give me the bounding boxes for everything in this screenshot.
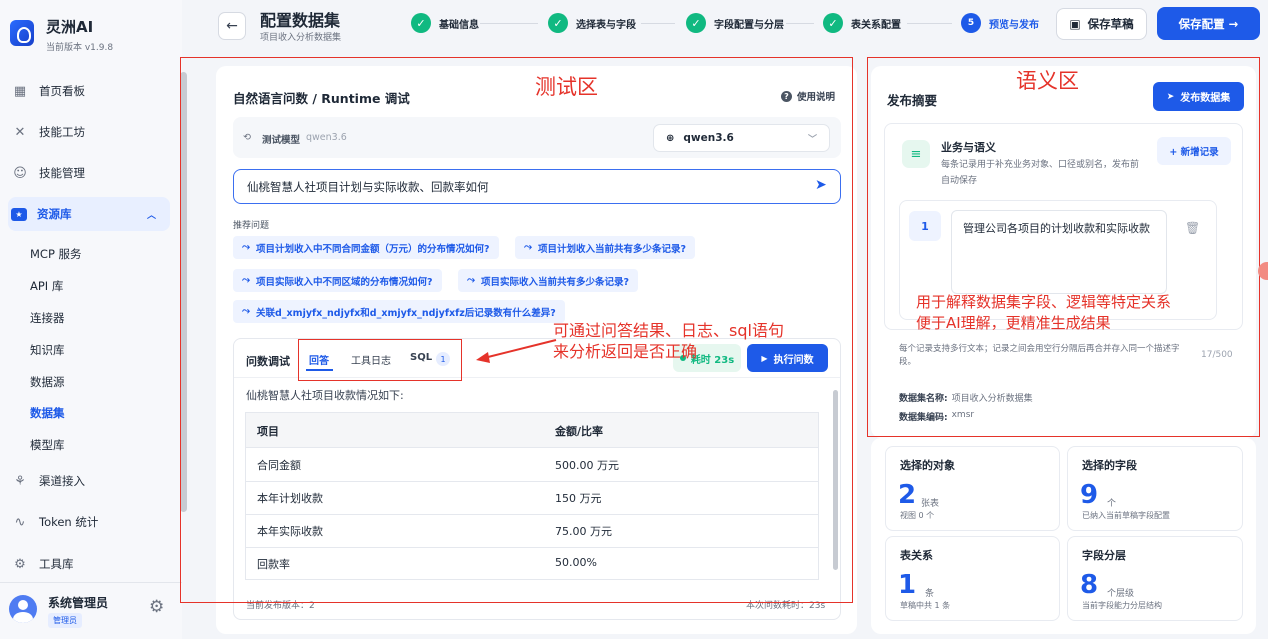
step-relations[interactable]: ✓ 表关系配置 xyxy=(823,13,901,33)
chart-line-icon: ∿ xyxy=(14,514,26,530)
nav-skill-workshop[interactable]: ✕ 技能工坊 xyxy=(8,115,170,149)
avatar[interactable] xyxy=(9,595,37,623)
check-icon: ✓ xyxy=(686,13,706,33)
app-version: 当前版本 v1.9.8 xyxy=(46,43,114,53)
stat-value: 2 xyxy=(898,480,917,510)
sidebar: 灵洲AI 当前版本 v1.9.8 ▦ 首页看板 ✕ 技能工坊 ☺ 技能管理 ★ 资源库 ︿… xyxy=(0,0,182,639)
sub-api[interactable]: API 库 xyxy=(30,278,63,294)
network-icon: ⚘ xyxy=(14,473,26,489)
step-basic-info[interactable]: ✓ 基础信息 xyxy=(411,13,479,33)
app-name: 灵洲AI xyxy=(46,18,94,36)
semantic-note-line-2: 便于AI理解，更精准生成结果 xyxy=(916,314,1111,332)
stat-sub: 已纳入当前草稿字段配置 xyxy=(1082,511,1170,520)
semantic-zone-outline xyxy=(867,57,1260,437)
toolbox-icon: ⚙ xyxy=(14,556,26,572)
nav-dashboard[interactable]: ▦ 首页看板 xyxy=(8,74,170,108)
stat-title: 选择的对象 xyxy=(900,459,955,472)
save-draft-button[interactable]: ▣ 保存草稿 xyxy=(1056,8,1147,40)
robot-icon: ☺ xyxy=(13,165,27,181)
dashboard-icon: ▦ xyxy=(13,83,27,99)
step-preview-publish[interactable]: 5 预览与发布 xyxy=(961,13,1039,33)
check-icon: ✓ xyxy=(548,13,568,33)
nav-channel[interactable]: ⚘ 渠道接入 xyxy=(8,464,170,498)
save-icon: ▣ xyxy=(1069,17,1081,31)
stat-title: 字段分层 xyxy=(1082,549,1126,562)
semantic-zone-label: 语义区 xyxy=(1016,69,1079,93)
tools-icon: ✕ xyxy=(14,124,26,140)
arrow-note-line-2: 来分析返回是否正确 xyxy=(553,342,698,361)
sub-dataset[interactable]: 数据集 xyxy=(30,405,65,421)
stat-unit: 条 xyxy=(925,589,935,599)
stat-unit: 张表 xyxy=(921,499,940,509)
page-title: 配置数据集 xyxy=(260,11,341,30)
stat-unit: 个 xyxy=(1107,499,1117,509)
step-connector xyxy=(786,23,814,24)
step-field-config[interactable]: ✓ 字段配置与分层 xyxy=(686,13,784,33)
user-name: 系统管理员 xyxy=(48,596,109,610)
stat-sub: 当前字段能力分层结构 xyxy=(1082,601,1162,610)
check-icon: ✓ xyxy=(411,13,431,33)
step-select-tables[interactable]: ✓ 选择表与字段 xyxy=(548,13,636,33)
stat-sub: 视图 0 个 xyxy=(900,511,935,520)
sub-mcp[interactable]: MCP 服务 xyxy=(30,246,82,262)
back-arrow-icon[interactable]: ← xyxy=(218,12,246,40)
stat-unit: 个层级 xyxy=(1107,589,1135,599)
sub-knowledge[interactable]: 知识库 xyxy=(30,342,65,358)
arrow-note-line-1: 可通过问答结果、日志、sql语句 xyxy=(553,321,784,340)
user-role-badge: 管理员 xyxy=(48,613,82,628)
sidebar-divider xyxy=(0,582,182,583)
check-icon: ✓ xyxy=(823,13,843,33)
settings-gear-icon[interactable]: ⚙ xyxy=(149,597,164,617)
app-logo-icon xyxy=(10,20,34,46)
stat-value: 8 xyxy=(1080,570,1099,600)
sub-datasource[interactable]: 数据源 xyxy=(30,374,65,390)
tabs-highlight-box xyxy=(298,339,462,381)
page-subtitle: 项目收入分析数据集 xyxy=(260,33,342,43)
sub-connector[interactable]: 连接器 xyxy=(30,310,65,326)
nav-resources[interactable]: ★ 资源库 ︿ xyxy=(8,197,170,231)
nav-token-stats[interactable]: ∿ Token 统计 xyxy=(8,505,170,539)
stat-value: 9 xyxy=(1080,480,1099,510)
folder-star-icon: ★ xyxy=(11,207,27,221)
step-connector xyxy=(641,23,675,24)
chevron-up-icon: ︿ xyxy=(146,210,156,221)
sub-model[interactable]: 模型库 xyxy=(30,437,65,453)
stat-sub: 草稿中共 1 条 xyxy=(900,601,951,610)
step-connector xyxy=(480,23,538,24)
nav-skill-management[interactable]: ☺ 技能管理 xyxy=(8,156,170,190)
step-connector xyxy=(907,23,952,24)
stat-title: 选择的字段 xyxy=(1082,459,1137,472)
stat-value: 1 xyxy=(898,570,917,600)
test-zone-label: 测试区 xyxy=(535,75,598,99)
save-config-button[interactable]: 保存配置 → xyxy=(1157,7,1260,40)
stat-title: 表关系 xyxy=(900,549,933,562)
annotation-arrow-icon xyxy=(476,339,557,363)
nav-toolbox[interactable]: ⚙ 工具库 xyxy=(8,547,170,581)
semantic-note-line-1: 用于解释数据集字段、逻辑等特定关系 xyxy=(916,293,1172,311)
